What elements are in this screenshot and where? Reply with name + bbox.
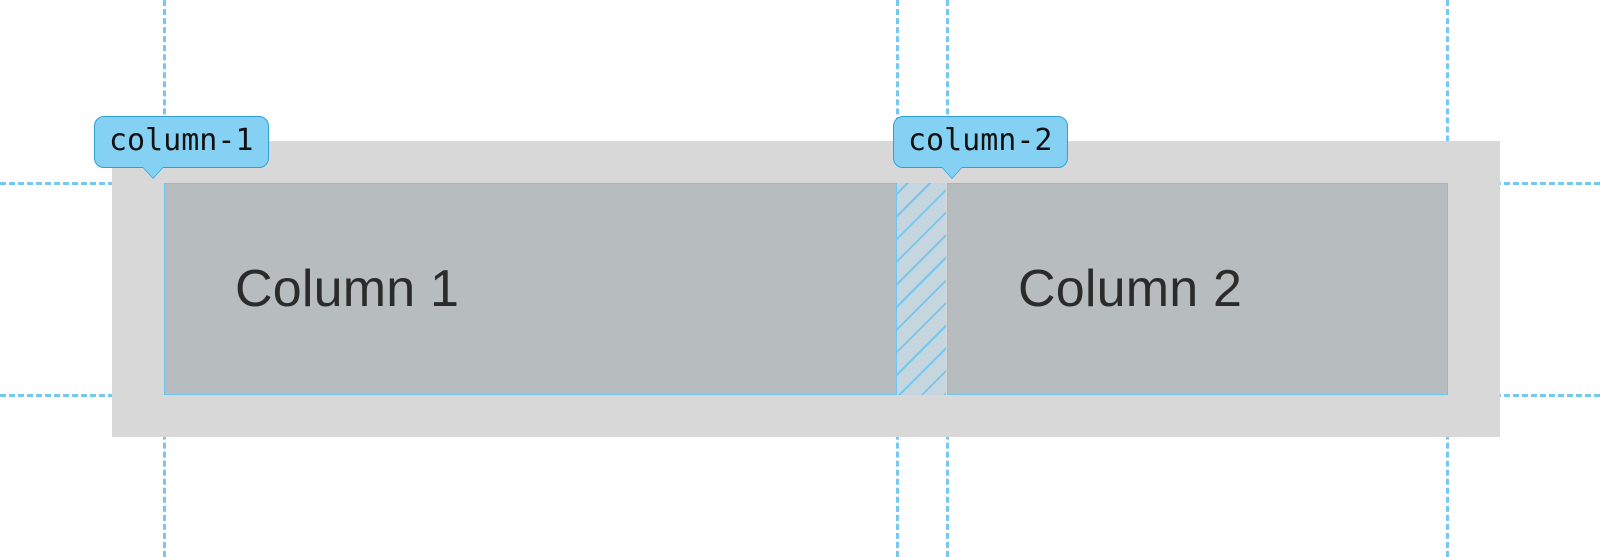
grid-container: Column 1 Column 2 [112,141,1500,437]
column-2-text: Column 2 [1018,259,1242,319]
grid-line-label-column-1: column-1 [94,116,269,168]
grid-line-label-text: column-1 [109,123,254,158]
grid-line-label-column-2: column-2 [893,116,1068,168]
grid-cell-column-1: Column 1 [164,183,897,395]
grid-line-label-text: column-2 [908,123,1053,158]
grid-cell-column-2: Column 2 [947,183,1448,395]
grid-track-wrapper: Column 1 Column 2 [164,183,1448,395]
column-1-text: Column 1 [235,259,459,319]
